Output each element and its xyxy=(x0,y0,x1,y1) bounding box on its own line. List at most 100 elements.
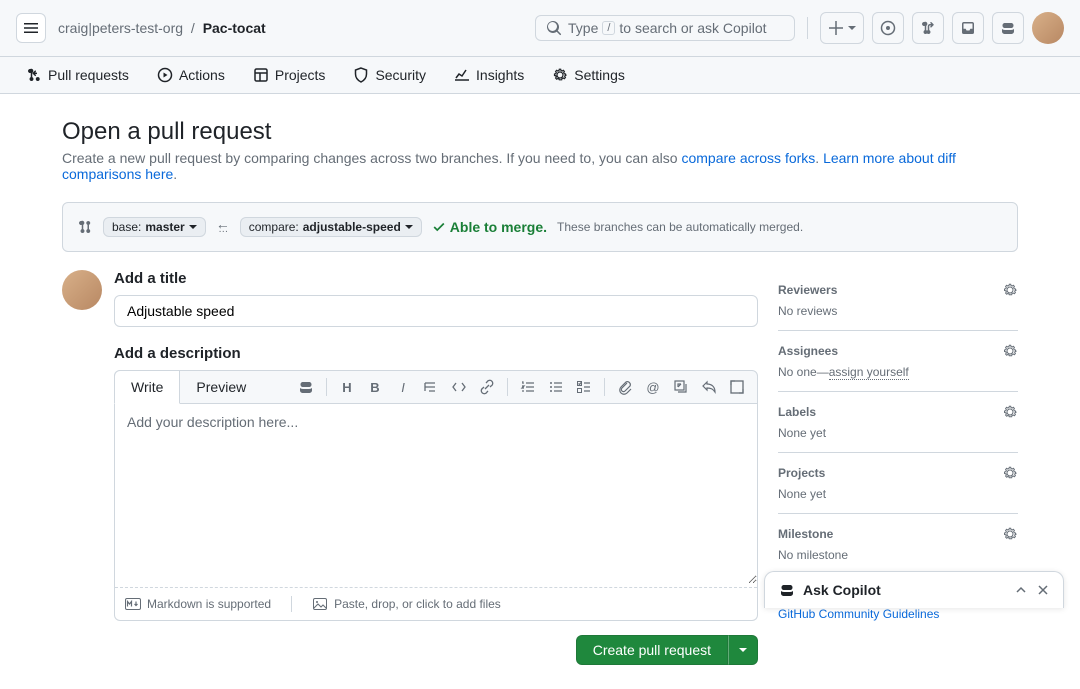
copilot-toolbar-icon[interactable] xyxy=(294,375,318,399)
repo-nav: Pull requests Actions Projects Security … xyxy=(0,57,1080,94)
plus-icon xyxy=(828,20,844,36)
caret-down-icon xyxy=(848,24,856,32)
inbox-icon xyxy=(960,20,976,36)
merge-status: Able to merge. xyxy=(432,219,547,235)
table-icon xyxy=(253,67,269,83)
reply-icon[interactable] xyxy=(697,375,721,399)
add-menu-button[interactable] xyxy=(820,12,864,44)
sidebar-projects: Projects None yet xyxy=(778,453,1018,514)
merge-desc: These branches can be automatically merg… xyxy=(557,220,803,234)
community-guidelines-link[interactable]: GitHub Community Guidelines xyxy=(778,607,939,621)
search-input[interactable]: Type / to search or ask Copilot xyxy=(535,15,795,41)
header-left: craig|peters-test-org / Pac-tocat xyxy=(16,13,266,43)
gear-icon[interactable] xyxy=(1002,404,1018,420)
create-pr-caret[interactable] xyxy=(728,635,758,665)
page-subtext: Create a new pull request by comparing c… xyxy=(62,150,1018,182)
menu-icon xyxy=(23,20,39,36)
gear-icon[interactable] xyxy=(1002,343,1018,359)
tab-settings[interactable]: Settings xyxy=(542,57,635,93)
attach-icon[interactable] xyxy=(613,375,637,399)
mention-icon[interactable]: @ xyxy=(641,375,665,399)
caret-down-icon xyxy=(405,223,413,231)
tab-security[interactable]: Security xyxy=(343,57,436,93)
reference-icon[interactable] xyxy=(669,375,693,399)
task-list-icon[interactable] xyxy=(572,375,596,399)
attach-hint[interactable]: Paste, drop, or click to add files xyxy=(312,596,501,612)
tab-preview[interactable]: Preview xyxy=(180,371,262,403)
gear-icon xyxy=(552,67,568,83)
bold-icon[interactable]: B xyxy=(363,375,387,399)
page-title: Open a pull request xyxy=(62,118,1018,146)
shield-icon xyxy=(353,67,369,83)
pull-requests-button[interactable] xyxy=(912,12,944,44)
sidebar-reviewers: Reviewers No reviews xyxy=(778,270,1018,331)
sidebar-milestone: Milestone No milestone xyxy=(778,514,1018,575)
tab-write[interactable]: Write xyxy=(114,370,180,404)
fullscreen-icon[interactable] xyxy=(725,375,749,399)
close-icon[interactable] xyxy=(1037,584,1049,596)
form-actions: Create pull request xyxy=(114,635,758,665)
caret-down-icon xyxy=(189,223,197,231)
tab-insights[interactable]: Insights xyxy=(444,57,534,93)
sidebar-assignees: Assignees No one—assign yourself xyxy=(778,331,1018,392)
italic-icon[interactable]: I xyxy=(391,375,415,399)
top-header: craig|peters-test-org / Pac-tocat Type /… xyxy=(0,0,1080,57)
copilot-header-button[interactable] xyxy=(992,12,1024,44)
search-icon xyxy=(546,20,562,36)
tab-projects[interactable]: Projects xyxy=(243,57,336,93)
compare-forks-link[interactable]: compare across forks xyxy=(681,150,815,166)
base-branch-select[interactable]: base: master xyxy=(103,217,206,237)
gear-icon[interactable] xyxy=(1002,526,1018,542)
copilot-label: Ask Copilot xyxy=(803,582,881,598)
search-shortcut-key: / xyxy=(602,21,615,35)
header-right: Type / to search or ask Copilot xyxy=(535,12,1064,44)
tab-actions[interactable]: Actions xyxy=(147,57,235,93)
copilot-icon xyxy=(1000,20,1016,36)
compare-bar: base: master ←… compare: adjustable-spee… xyxy=(62,202,1018,252)
breadcrumb: craig|peters-test-org / Pac-tocat xyxy=(58,20,266,36)
desc-label: Add a description xyxy=(114,345,758,362)
author-avatar xyxy=(62,270,102,310)
compare-branch-select[interactable]: compare: adjustable-speed xyxy=(240,217,422,237)
editor-footer: Markdown is supported Paste, drop, or cl… xyxy=(115,587,757,620)
assign-yourself-link[interactable]: assign yourself xyxy=(829,365,909,380)
description-editor: Markdown is supported Paste, drop, or cl… xyxy=(114,404,758,621)
arrow-left-icon: ←… xyxy=(216,222,230,232)
breadcrumb-owner[interactable]: craig|peters-test-org xyxy=(58,20,183,36)
play-icon xyxy=(157,67,173,83)
editor-toolbar: H B I @ xyxy=(262,375,757,399)
markdown-hint[interactable]: Markdown is supported xyxy=(125,596,271,612)
link-icon[interactable] xyxy=(475,375,499,399)
image-icon xyxy=(312,596,328,612)
unordered-list-icon[interactable] xyxy=(544,375,568,399)
title-input[interactable] xyxy=(114,295,758,327)
inbox-button[interactable] xyxy=(952,12,984,44)
create-pr-button[interactable]: Create pull request xyxy=(576,635,728,665)
description-textarea[interactable] xyxy=(115,404,757,584)
gear-icon[interactable] xyxy=(1002,282,1018,298)
editor-tabs: Write Preview H B I xyxy=(114,370,758,404)
copilot-panel[interactable]: Ask Copilot xyxy=(764,571,1064,608)
hamburger-button[interactable] xyxy=(16,13,46,43)
title-label: Add a title xyxy=(114,270,758,287)
graph-icon xyxy=(454,67,470,83)
issues-button[interactable] xyxy=(872,12,904,44)
heading-icon[interactable]: H xyxy=(335,375,359,399)
record-icon xyxy=(880,20,896,36)
ordered-list-icon[interactable] xyxy=(516,375,540,399)
markdown-icon xyxy=(125,596,141,612)
tab-pull-requests[interactable]: Pull requests xyxy=(16,57,139,93)
user-avatar[interactable] xyxy=(1032,12,1064,44)
chevron-up-icon[interactable] xyxy=(1015,584,1027,596)
gear-icon[interactable] xyxy=(1002,465,1018,481)
breadcrumb-repo[interactable]: Pac-tocat xyxy=(203,20,266,36)
copilot-icon xyxy=(779,582,795,598)
pull-request-icon xyxy=(26,67,42,83)
pull-request-icon xyxy=(920,20,936,36)
check-icon xyxy=(432,220,446,234)
sidebar-labels: Labels None yet xyxy=(778,392,1018,453)
caret-down-icon xyxy=(739,646,747,654)
quote-icon[interactable] xyxy=(419,375,443,399)
code-icon[interactable] xyxy=(447,375,471,399)
compare-icon xyxy=(77,219,93,235)
